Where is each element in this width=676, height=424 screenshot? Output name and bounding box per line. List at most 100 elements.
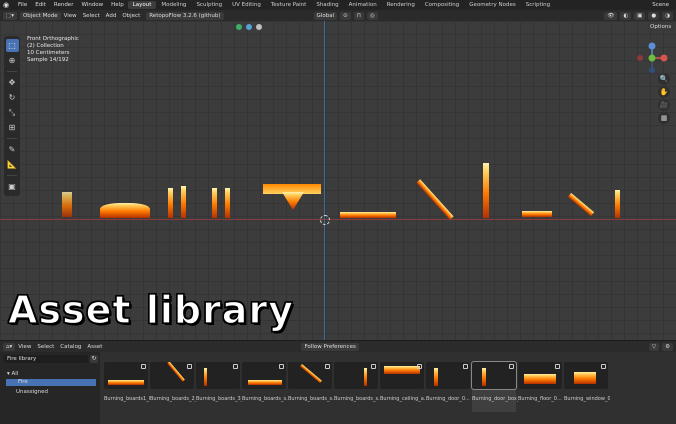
fire-preview [167,362,185,382]
shading-solid-icon[interactable]: ● [648,11,660,20]
asset-tile[interactable]: Burning_boards_s... [334,362,380,412]
ab-menu-view[interactable]: View [15,344,34,350]
catalog-all[interactable]: ▾ All [4,371,96,378]
snap-icon[interactable]: ⊓ [353,11,364,20]
asset-tile[interactable]: Burning_boards_s... [288,362,334,412]
asset-tile[interactable]: Burning_boards_s... [242,362,288,412]
asset-tile[interactable]: Burning_window_0... [564,362,610,412]
asset-label: Burning_boards_3_0... [196,396,242,402]
fire-asset-4b[interactable] [225,188,230,218]
proportional-edit-icon[interactable]: ◎ [367,11,378,20]
measure-icon[interactable]: 📐 [6,158,19,171]
menu-add[interactable]: Add [103,13,120,19]
fire-asset-2[interactable] [100,203,150,218]
menu-object[interactable]: Object [119,13,143,19]
tab-uv-editing[interactable]: UV Editing [227,1,266,9]
tab-shading[interactable]: Shading [311,1,343,9]
editor-type-button[interactable]: ⌂▾ [3,342,16,351]
add-cube-icon[interactable]: ▣ [6,180,19,193]
menu-select[interactable]: Select [80,13,103,19]
select-box-icon[interactable]: ⬚ [5,39,19,52]
tab-animation[interactable]: Animation [344,1,382,9]
ab-menu-asset[interactable]: Asset [84,344,105,350]
fire-asset-3b[interactable] [181,186,186,218]
catalog-unassigned[interactable]: Unassigned [4,389,96,396]
fire-preview [248,380,282,385]
blender-logo-icon[interactable]: ◉ [3,1,11,9]
menu-view[interactable]: View [61,13,80,19]
library-dropdown[interactable]: Fire library [4,355,88,363]
tab-texture-paint[interactable]: Texture Paint [266,1,312,9]
settings-gear-icon[interactable]: ⚙ [662,342,673,351]
fire-preview [524,374,556,384]
menu-window[interactable]: Window [77,2,107,8]
fire-asset-9[interactable] [522,211,552,217]
transform-icon[interactable]: ⊞ [6,121,19,134]
mode-dropdown[interactable]: Object Mode [19,11,61,20]
navigation-gizmo[interactable] [636,42,668,74]
pan-hand-icon[interactable]: ✋ [658,86,670,98]
options-dropdown[interactable]: Options [647,23,675,31]
zoom-icon[interactable]: 🔍 [658,73,670,85]
tab-modeling[interactable]: Modeling [156,1,191,9]
green-dot-icon[interactable] [236,24,242,30]
asset-tile[interactable]: Burning_door_0... [426,362,470,412]
tool-divider [7,175,17,176]
overlays-icon[interactable]: ◐ [620,11,632,20]
pivot-icon[interactable]: ⊙ [340,11,351,20]
xray-icon[interactable]: ▣ [634,11,646,20]
asset-marker-icon [233,364,238,369]
fire-asset-11[interactable] [615,190,620,218]
orientation-dropdown[interactable]: Global [313,11,338,20]
asset-thumbnail [380,362,424,389]
annotate-icon[interactable]: ✎ [6,143,19,156]
camera-icon[interactable]: 🎥 [658,99,670,111]
fire-asset-8[interactable] [483,163,489,218]
editor-type-button[interactable]: ⬚▾ [3,11,17,20]
fire-asset-3a[interactable] [168,188,173,218]
retopoflow-button[interactable]: RetopoFlow 3.2.6 (github) [146,11,224,20]
import-method-dropdown[interactable]: Follow Preferences [301,342,359,351]
asset-tile[interactable]: Burning_boards_2_0... [150,362,196,412]
grey-dot-icon[interactable] [256,24,262,30]
asset-label: Burning_boards_s... [242,396,288,402]
3d-cursor-icon[interactable] [320,215,330,225]
fire-asset-4a[interactable] [212,188,217,218]
asset-tile[interactable]: Burning_floor_0... [518,362,562,412]
tab-geometry-nodes[interactable]: Geometry Nodes [464,1,520,9]
tab-compositing[interactable]: Compositing [420,1,464,9]
fire-preview [108,380,144,385]
grid-view-icon[interactable]: ▦ [658,112,670,124]
catalog-fire[interactable]: Fire [6,379,96,386]
asset-tile[interactable]: Burning_door_box_0... [471,361,518,412]
cursor-icon[interactable]: ⊕ [6,54,19,67]
shading-rendered-icon[interactable]: ◑ [662,11,673,20]
asset-tile[interactable]: Burning_ceiling_a... [380,362,426,412]
refresh-icon[interactable]: ↻ [90,355,98,363]
asset-tile[interactable]: Burning_boards1_0... [104,362,150,412]
menu-render[interactable]: Render [50,2,78,8]
fire-asset-1[interactable] [62,192,72,217]
asset-label: Burning_boards_2_0... [150,396,196,402]
visibility-icon[interactable]: 👁 [604,11,618,20]
tab-rendering[interactable]: Rendering [382,1,420,9]
rotate-icon[interactable]: ↻ [6,91,19,104]
tab-scripting[interactable]: Scripting [521,1,555,9]
menu-help[interactable]: Help [107,2,128,8]
move-icon[interactable]: ✥ [6,76,19,89]
blue-dot-icon[interactable] [246,24,252,30]
menu-file[interactable]: File [14,2,31,8]
filter-icon[interactable]: ▽ [648,342,660,351]
menu-edit[interactable]: Edit [31,2,50,8]
ab-menu-catalog[interactable]: Catalog [57,344,84,350]
tab-layout[interactable]: Layout [127,1,157,9]
scale-icon[interactable]: ⤡ [6,106,19,119]
fire-asset-6[interactable] [340,212,396,218]
asset-label: Burning_floor_0... [518,396,562,402]
scene-selector[interactable]: Scene [648,2,673,8]
asset-thumbnail [104,362,148,389]
asset-tile[interactable]: Burning_boards_3_0... [196,362,242,412]
tab-sculpting[interactable]: Sculpting [191,1,227,9]
ab-menu-select[interactable]: Select [34,344,57,350]
asset-thumbnail [518,362,562,389]
